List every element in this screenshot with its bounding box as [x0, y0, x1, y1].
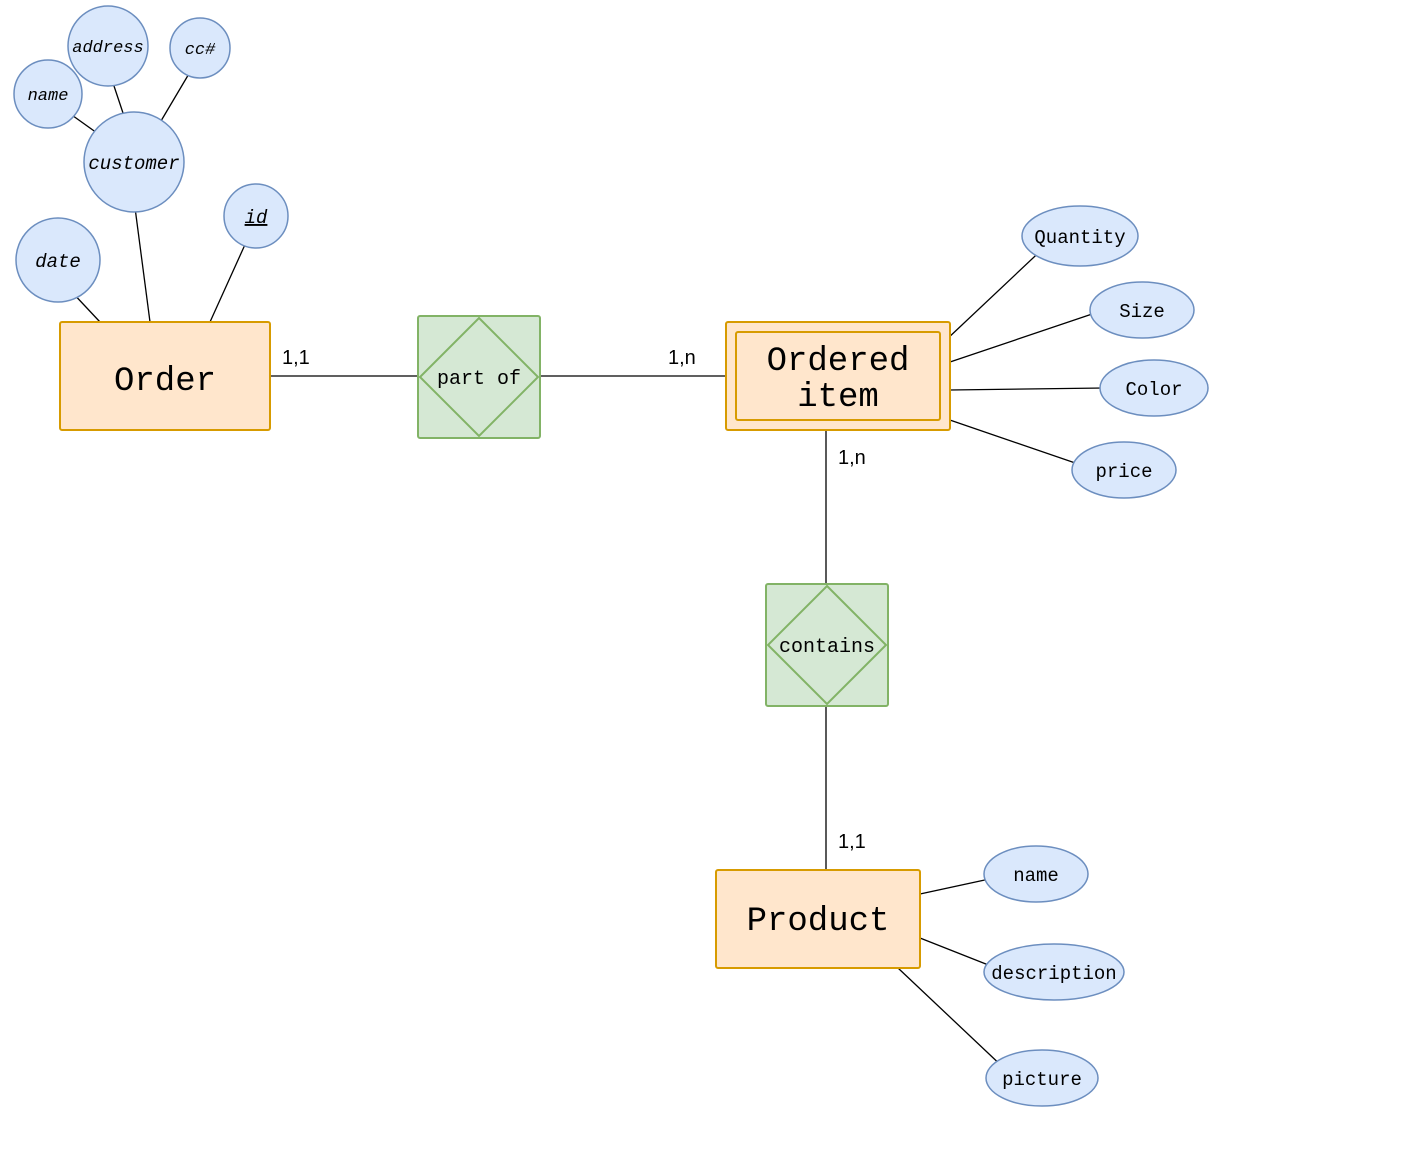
entity-order[interactable]: Order [60, 322, 270, 430]
svg-text:id: id [245, 207, 268, 229]
svg-text:item: item [797, 379, 879, 417]
attr-order-id: id [224, 184, 288, 248]
attr-customer-address: address [68, 6, 148, 86]
edge-order-customer [134, 200, 150, 322]
svg-text:Quantity: Quantity [1034, 227, 1125, 249]
card-partof-ordereditem: 1,n [668, 347, 696, 369]
svg-text:Product: Product [747, 903, 890, 941]
svg-text:customer: customer [88, 153, 179, 175]
edge-oi-quantity [946, 242, 1050, 340]
attr-oi-price: price [1072, 442, 1176, 498]
er-diagram: 1,1 1,n 1,n 1,1 Order Ordered item Produ… [0, 0, 1418, 1154]
attr-order-customer: customer [84, 112, 184, 212]
svg-text:Size: Size [1119, 301, 1165, 323]
card-ordereditem-contains: 1,n [838, 447, 866, 469]
edge-order-id [210, 238, 248, 322]
relationship-contains[interactable]: contains [766, 584, 888, 706]
attr-customer-cc: cc# [170, 18, 230, 78]
svg-text:address: address [72, 39, 143, 58]
svg-text:price: price [1095, 461, 1152, 483]
edge-customer-cc [158, 72, 190, 126]
svg-text:name: name [28, 87, 69, 106]
attr-product-name: name [984, 846, 1088, 902]
svg-text:date: date [35, 251, 81, 273]
attr-customer-name: name [14, 60, 82, 128]
edge-product-name [920, 878, 994, 894]
svg-text:contains: contains [779, 636, 875, 659]
svg-text:name: name [1013, 865, 1059, 887]
svg-text:Order: Order [114, 363, 216, 401]
entity-ordered-item[interactable]: Ordered item [726, 322, 950, 430]
svg-text:cc#: cc# [185, 41, 216, 60]
attr-product-picture: picture [986, 1050, 1098, 1106]
attr-oi-color: Color [1100, 360, 1208, 416]
svg-text:picture: picture [1002, 1069, 1082, 1091]
relationship-part-of[interactable]: part of [418, 316, 540, 438]
attr-product-description: description [984, 944, 1124, 1000]
svg-text:Ordered: Ordered [767, 343, 910, 381]
edge-product-description [920, 938, 996, 968]
attr-oi-quantity: Quantity [1022, 206, 1138, 266]
edge-oi-size [950, 310, 1104, 362]
attr-oi-size: Size [1090, 282, 1194, 338]
svg-text:part of: part of [437, 368, 521, 391]
edge-oi-color [950, 388, 1104, 390]
attr-order-date: date [16, 218, 100, 302]
card-order-partof: 1,1 [282, 347, 310, 369]
edge-oi-price [944, 418, 1084, 466]
svg-text:Color: Color [1125, 379, 1182, 401]
svg-text:description: description [991, 963, 1116, 985]
entity-product[interactable]: Product [716, 870, 920, 968]
card-contains-product: 1,1 [838, 831, 866, 853]
